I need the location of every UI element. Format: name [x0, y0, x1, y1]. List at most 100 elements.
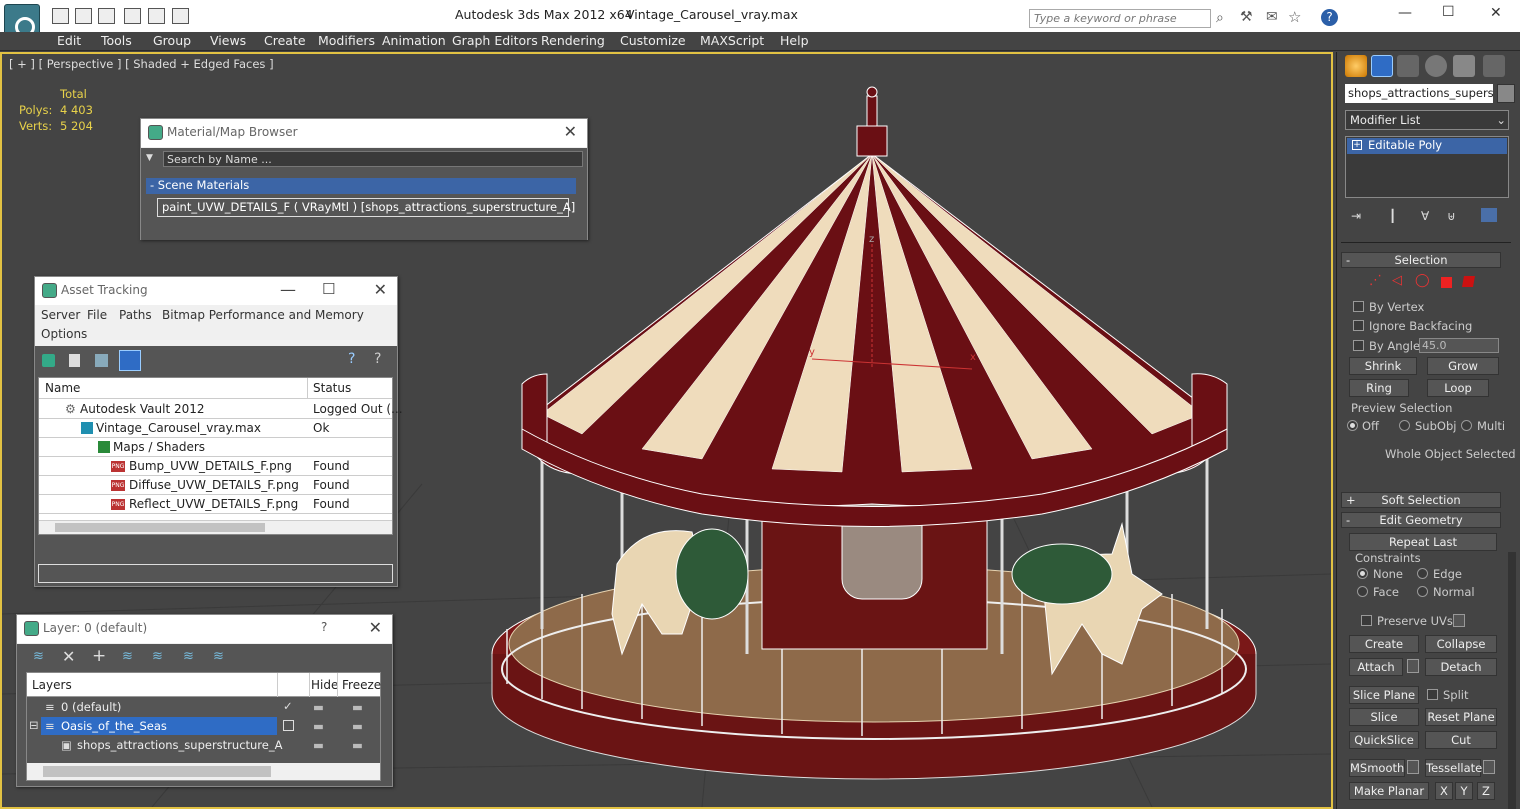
menu-tools[interactable]: Tools — [101, 33, 132, 48]
hide-toggle-icon[interactable]: ▬ — [313, 738, 324, 752]
constraint-normal-radio[interactable] — [1417, 586, 1428, 597]
freeze-all-icon[interactable]: ≋ — [213, 649, 224, 664]
asset-menu-server[interactable]: Server — [41, 308, 80, 322]
preserve-uvs-settings-icon[interactable] — [1453, 614, 1465, 627]
table-row[interactable]: PNG Reflect_UVW_DETAILS_F.png Found — [39, 495, 392, 514]
menu-rendering[interactable]: Rendering — [541, 33, 605, 48]
create-tab-icon[interactable] — [1345, 55, 1367, 77]
shrink-button[interactable]: Shrink — [1349, 357, 1417, 375]
scene-materials-group[interactable]: - Scene Materials — [146, 178, 576, 194]
collapse-icon[interactable]: ⊟ — [29, 718, 39, 732]
collapse-button[interactable]: Collapse — [1425, 635, 1497, 653]
minimize-button[interactable]: — — [1398, 5, 1412, 21]
asset-menu-options[interactable]: Options — [41, 327, 87, 341]
preview-multi-radio[interactable] — [1461, 420, 1472, 431]
favorites-star-icon[interactable]: ☆ — [1288, 8, 1301, 26]
constraint-face-radio[interactable] — [1357, 586, 1368, 597]
tools-icon[interactable]: ⚒ — [1240, 9, 1253, 25]
menu-edit[interactable]: Edit — [57, 33, 81, 48]
asset-menu-bitmap[interactable]: Bitmap Performance and Memory — [162, 308, 364, 322]
maximize-icon[interactable]: ☐ — [322, 280, 335, 298]
modifier-list-dropdown[interactable]: Modifier List ⌄ — [1345, 110, 1509, 130]
new-file-icon[interactable] — [52, 8, 69, 24]
grow-button[interactable]: Grow — [1427, 357, 1499, 375]
thumbnail-view-icon[interactable] — [95, 354, 108, 367]
maximize-button[interactable]: ☐ — [1442, 4, 1455, 20]
constraint-none-radio[interactable] — [1357, 568, 1368, 579]
attach-button[interactable]: Attach — [1349, 658, 1403, 676]
show-end-result-icon[interactable]: ┃ — [1389, 209, 1396, 223]
layer-row[interactable]: ≡ 0 (default) ✓ ▬ ▬ — [27, 698, 380, 717]
table-row[interactable]: PNG Diffuse_UVW_DETAILS_F.png Found — [39, 476, 392, 495]
command-panel-scrollbar[interactable] — [1508, 552, 1516, 809]
menu-modifiers[interactable]: Modifiers — [318, 33, 375, 48]
planar-y-button[interactable]: Y — [1455, 782, 1473, 800]
table-view-icon[interactable] — [119, 350, 141, 371]
create-button[interactable]: Create — [1349, 635, 1419, 653]
reset-plane-button[interactable]: Reset Plane — [1425, 708, 1497, 726]
stack-item[interactable]: + Editable Poly — [1347, 138, 1507, 154]
expand-icon[interactable]: + — [1352, 140, 1362, 150]
msmooth-button[interactable]: MSmooth — [1349, 759, 1405, 777]
scrollbar-thumb[interactable] — [55, 523, 265, 532]
delete-layer-icon[interactable]: ✕ — [62, 647, 75, 666]
hierarchy-tab-icon[interactable] — [1397, 55, 1419, 77]
preview-subobj-radio[interactable] — [1399, 420, 1410, 431]
menu-animation[interactable]: Animation — [382, 33, 446, 48]
planar-z-button[interactable]: Z — [1477, 782, 1495, 800]
hide-toggle-icon[interactable]: ▬ — [313, 700, 324, 714]
close-button[interactable]: ✕ — [1490, 5, 1502, 21]
asset-path-field[interactable] — [38, 564, 393, 583]
horizontal-scrollbar[interactable] — [39, 520, 392, 534]
slice-button[interactable]: Slice — [1349, 708, 1419, 726]
table-row[interactable]: Vintage_Carousel_vray.max Ok — [39, 419, 392, 438]
table-row[interactable]: Maps / Shaders — [39, 438, 392, 457]
tessellate-button[interactable]: Tessellate — [1425, 759, 1482, 777]
active-layer-check-icon[interactable]: ✓ — [283, 699, 293, 713]
help-icon[interactable]: ? — [348, 351, 355, 367]
column-status[interactable]: Status — [313, 381, 351, 395]
open-file-icon[interactable] — [75, 8, 92, 24]
by-vertex-checkbox[interactable] — [1353, 301, 1364, 312]
object-name-field[interactable]: shops_attractions_superstruc — [1345, 84, 1493, 103]
search-box[interactable]: Type a keyword or phrase — [1029, 9, 1211, 28]
menu-views[interactable]: Views — [210, 33, 246, 48]
viewport-label[interactable]: [ + ] [ Perspective ] [ Shaded + Edged F… — [9, 57, 274, 71]
border-subobject-icon[interactable]: ◯ — [1415, 273, 1430, 288]
slice-plane-button[interactable]: Slice Plane — [1349, 686, 1419, 704]
asset-menu-file[interactable]: File — [87, 308, 107, 322]
infocenter-icon[interactable]: ⌕ — [1216, 10, 1224, 26]
asset-menu-paths[interactable]: Paths — [119, 308, 152, 322]
preview-off-radio[interactable] — [1347, 420, 1358, 431]
set-current-layer-icon[interactable] — [283, 720, 294, 731]
column-name[interactable]: Name — [45, 381, 80, 395]
polygon-subobject-icon[interactable] — [1441, 277, 1452, 288]
ring-button[interactable]: Ring — [1349, 379, 1409, 397]
configure-modifier-sets-icon[interactable] — [1481, 208, 1497, 222]
pin-stack-icon[interactable]: ⇥ — [1351, 209, 1361, 223]
constraint-edge-radio[interactable] — [1417, 568, 1428, 579]
msmooth-settings-icon[interactable] — [1407, 760, 1419, 774]
freeze-toggle-icon[interactable]: ▬ — [352, 738, 363, 752]
by-angle-checkbox[interactable] — [1353, 340, 1364, 351]
menu-create[interactable]: Create — [264, 33, 306, 48]
planar-x-button[interactable]: X — [1435, 782, 1453, 800]
vertex-subobject-icon[interactable]: ⋰ — [1369, 273, 1382, 288]
utilities-tab-icon[interactable] — [1483, 55, 1505, 77]
column-hide[interactable]: Hide — [311, 678, 338, 692]
edge-subobject-icon[interactable]: ◁ — [1392, 273, 1402, 288]
display-tab-icon[interactable] — [1453, 55, 1475, 77]
hide-toggle-icon[interactable]: ▬ — [313, 719, 324, 733]
horizontal-scrollbar[interactable] — [27, 763, 380, 780]
menu-maxscript[interactable]: MAXScript — [700, 33, 764, 48]
help-button[interactable]: ? — [321, 620, 327, 634]
quickslice-button[interactable]: QuickSlice — [1349, 731, 1419, 749]
close-icon[interactable]: ✕ — [374, 280, 387, 299]
selection-rollout-header[interactable]: - Selection — [1341, 252, 1501, 268]
undo-icon[interactable] — [148, 8, 165, 24]
table-row[interactable]: ⚙ Autodesk Vault 2012 Logged Out (... — [39, 400, 403, 419]
highlight-layer-icon[interactable]: ≋ — [152, 649, 163, 664]
material-search-input[interactable]: Search by Name ... — [163, 151, 583, 167]
freeze-toggle-icon[interactable]: ▬ — [352, 700, 363, 714]
ignore-backfacing-checkbox[interactable] — [1353, 320, 1364, 331]
